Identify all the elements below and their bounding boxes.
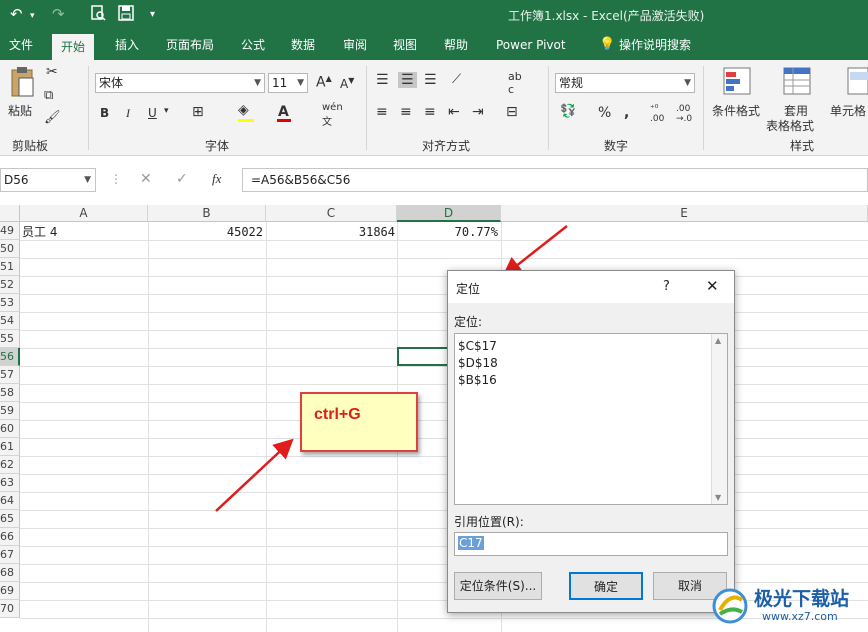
special-button[interactable]: 定位条件(S)...	[454, 572, 542, 600]
dialog-title: 定位	[456, 282, 481, 296]
close-icon[interactable]: ✕	[706, 277, 719, 295]
scroll-up-icon[interactable]: ▲	[715, 336, 721, 345]
arrow-to-dialog	[502, 225, 568, 278]
goto-dialog: 定位 ? ✕ 定位: $C$17 $D$18 $B$16 ▲ ▼ 引用位置(R)…	[447, 270, 735, 613]
list-item[interactable]: $C$17	[458, 338, 497, 355]
ok-button[interactable]: 确定	[569, 572, 643, 600]
dialog-titlebar: 定位 ? ✕	[448, 271, 734, 303]
annotation-arrows	[215, 225, 568, 512]
watermark-url: www.xz7.com	[762, 610, 838, 623]
reference-label: 引用位置(R):	[454, 515, 524, 529]
help-button[interactable]: ?	[663, 279, 670, 294]
list-item[interactable]: $B$16	[458, 372, 497, 389]
watermark-text: 极光下载站	[754, 588, 850, 610]
reference-input[interactable]: C17	[454, 532, 728, 556]
list-scrollbar[interactable]: ▲ ▼	[711, 334, 727, 504]
watermark-logo-icon	[712, 588, 748, 624]
list-item[interactable]: $D$18	[458, 355, 498, 372]
watermark: 极光下载站 www.xz7.com	[710, 580, 868, 632]
goto-list-label: 定位:	[454, 315, 483, 329]
reference-value: C17	[458, 536, 484, 550]
goto-list[interactable]: $C$17 $D$18 $B$16 ▲ ▼	[454, 333, 728, 505]
arrow-to-note	[215, 438, 294, 512]
scroll-down-icon[interactable]: ▼	[715, 493, 721, 502]
